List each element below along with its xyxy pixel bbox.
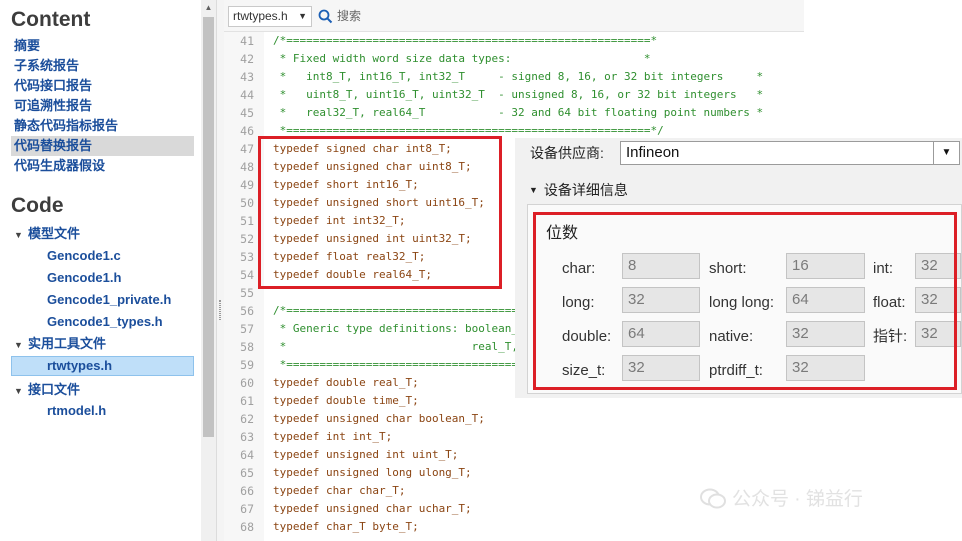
file-select-value: rtwtypes.h: [233, 9, 288, 23]
line-number: 51: [240, 214, 254, 228]
report-navigation: Content 摘要 子系统报告 代码接口报告 可追溯性报告 静态代码指标报告 …: [0, 0, 200, 541]
nav-scrollbar[interactable]: ▲: [201, 0, 216, 541]
line-number: 49: [240, 178, 254, 192]
pane-splitter[interactable]: [216, 0, 224, 541]
dropdown-arrow-icon[interactable]: ▼: [933, 142, 959, 164]
code-line: typedef char char_T;: [273, 484, 406, 497]
code-comment-line: * int8_T, int16_T, int32_T - signed 8, 1…: [273, 70, 764, 83]
line-number: 60: [240, 376, 254, 390]
line-number: 67: [240, 502, 254, 516]
tree-file-gencode1-c[interactable]: Gencode1.c: [47, 246, 121, 266]
code-comment-line: * real_T,: [273, 340, 519, 353]
tree-file-gencode1-h[interactable]: Gencode1.h: [47, 268, 121, 288]
watermark: 公众号 · 锑益行: [700, 484, 863, 511]
tree-file-gencode1-private-h[interactable]: Gencode1_private.h: [47, 290, 171, 310]
expand-triangle-icon: ▼: [14, 340, 23, 350]
line-number: 43: [240, 70, 254, 84]
code-line: typedef double real_T;: [273, 376, 419, 389]
code-heading: Code: [11, 194, 64, 217]
line-number: 50: [240, 196, 254, 210]
code-toolbar: rtwtypes.h ▼ 搜索: [224, 0, 804, 32]
file-select[interactable]: rtwtypes.h ▼: [228, 6, 312, 27]
code-comment-line: * uint8_T, uint16_T, uint32_T - unsigned…: [273, 88, 764, 101]
line-number: 62: [240, 412, 254, 426]
line-number: 68: [240, 520, 254, 534]
code-comment-line: * Generic type definitions: boolean_: [273, 322, 519, 335]
search-icon: [318, 9, 333, 24]
line-number: 53: [240, 250, 254, 264]
nav-link-static-metrics-report[interactable]: 静态代码指标报告: [14, 116, 118, 136]
line-number: 64: [240, 448, 254, 462]
tree-folder-model-files[interactable]: ▼ 模型文件: [14, 224, 80, 244]
folder-label: 接口文件: [28, 382, 81, 397]
line-number: 55: [240, 286, 254, 300]
device-vendor-select[interactable]: Infineon ▼: [620, 141, 960, 165]
line-number: 59: [240, 358, 254, 372]
watermark-text: 公众号 · 锑益行: [732, 489, 863, 510]
splitter-grip-icon: [219, 300, 221, 320]
scroll-up-arrow-icon[interactable]: ▲: [201, 0, 216, 16]
line-number: 47: [240, 142, 254, 156]
nav-link-code-generator-assumptions[interactable]: 代码生成器假设: [14, 156, 105, 176]
dropdown-arrow-icon: ▼: [298, 11, 307, 21]
device-details-toggle[interactable]: ▼ 设备详细信息: [529, 181, 628, 199]
nav-link-summary[interactable]: 摘要: [14, 36, 40, 56]
code-line: typedef unsigned char boolean_T;: [273, 412, 485, 425]
line-number: 42: [240, 52, 254, 66]
code-line: typedef unsigned long ulong_T;: [273, 466, 472, 479]
device-details-label: 设备详细信息: [543, 182, 628, 198]
tree-file-gencode1-types-h[interactable]: Gencode1_types.h: [47, 312, 163, 332]
highlight-frame-typedefs: [258, 136, 502, 289]
line-number: 66: [240, 484, 254, 498]
line-number: 56: [240, 304, 254, 318]
code-comment-line: * Fixed width word size data types: *: [273, 52, 651, 65]
scroll-thumb[interactable]: [203, 17, 214, 437]
search-input[interactable]: 搜索: [316, 6, 426, 27]
code-line: typedef char_T byte_T;: [273, 520, 419, 533]
expand-triangle-icon: ▼: [14, 230, 23, 240]
line-number: 61: [240, 394, 254, 408]
line-number: 52: [240, 232, 254, 246]
device-vendor-value: Infineon: [626, 144, 680, 161]
line-number: 41: [240, 34, 254, 48]
code-line: typedef unsigned int uint_T;: [273, 448, 459, 461]
line-number: 63: [240, 430, 254, 444]
folder-label: 实用工具文件: [28, 336, 107, 351]
code-line: typedef unsigned char uchar_T;: [273, 502, 472, 515]
nav-link-code-replacement-report[interactable]: 代码替换报告: [11, 136, 194, 156]
collapse-triangle-icon: ▼: [529, 185, 538, 195]
code-line: typedef int int_T;: [273, 430, 393, 443]
line-number: 58: [240, 340, 254, 354]
line-number: 44: [240, 88, 254, 102]
line-number: 45: [240, 106, 254, 120]
line-number: 48: [240, 160, 254, 174]
code-comment-line: /*======================================…: [273, 34, 658, 47]
line-number: 54: [240, 268, 254, 282]
expand-triangle-icon: ▼: [14, 386, 23, 396]
device-vendor-label: 设备供应商:: [530, 145, 604, 161]
tree-file-rtwtypes-h[interactable]: rtwtypes.h: [11, 356, 194, 376]
nav-link-traceability-report[interactable]: 可追溯性报告: [14, 96, 92, 116]
nav-link-subsystem-report[interactable]: 子系统报告: [14, 56, 79, 76]
line-number: 57: [240, 322, 254, 336]
line-number: 65: [240, 466, 254, 480]
search-placeholder: 搜索: [337, 9, 362, 23]
tree-folder-utility-files[interactable]: ▼ 实用工具文件: [14, 334, 106, 354]
line-number: 46: [240, 124, 254, 138]
nav-link-code-interface-report[interactable]: 代码接口报告: [14, 76, 92, 96]
tree-folder-interface-files[interactable]: ▼ 接口文件: [14, 380, 80, 400]
code-line: typedef double time_T;: [273, 394, 419, 407]
chat-bubble-icon: [700, 488, 726, 509]
code-comment-line: * real32_T, real64_T - 32 and 64 bit flo…: [273, 106, 764, 119]
content-heading: Content: [11, 8, 91, 31]
folder-label: 模型文件: [28, 226, 81, 241]
highlight-frame-bit-widths: [533, 212, 957, 390]
tree-file-rtmodel-h[interactable]: rtmodel.h: [47, 401, 106, 421]
